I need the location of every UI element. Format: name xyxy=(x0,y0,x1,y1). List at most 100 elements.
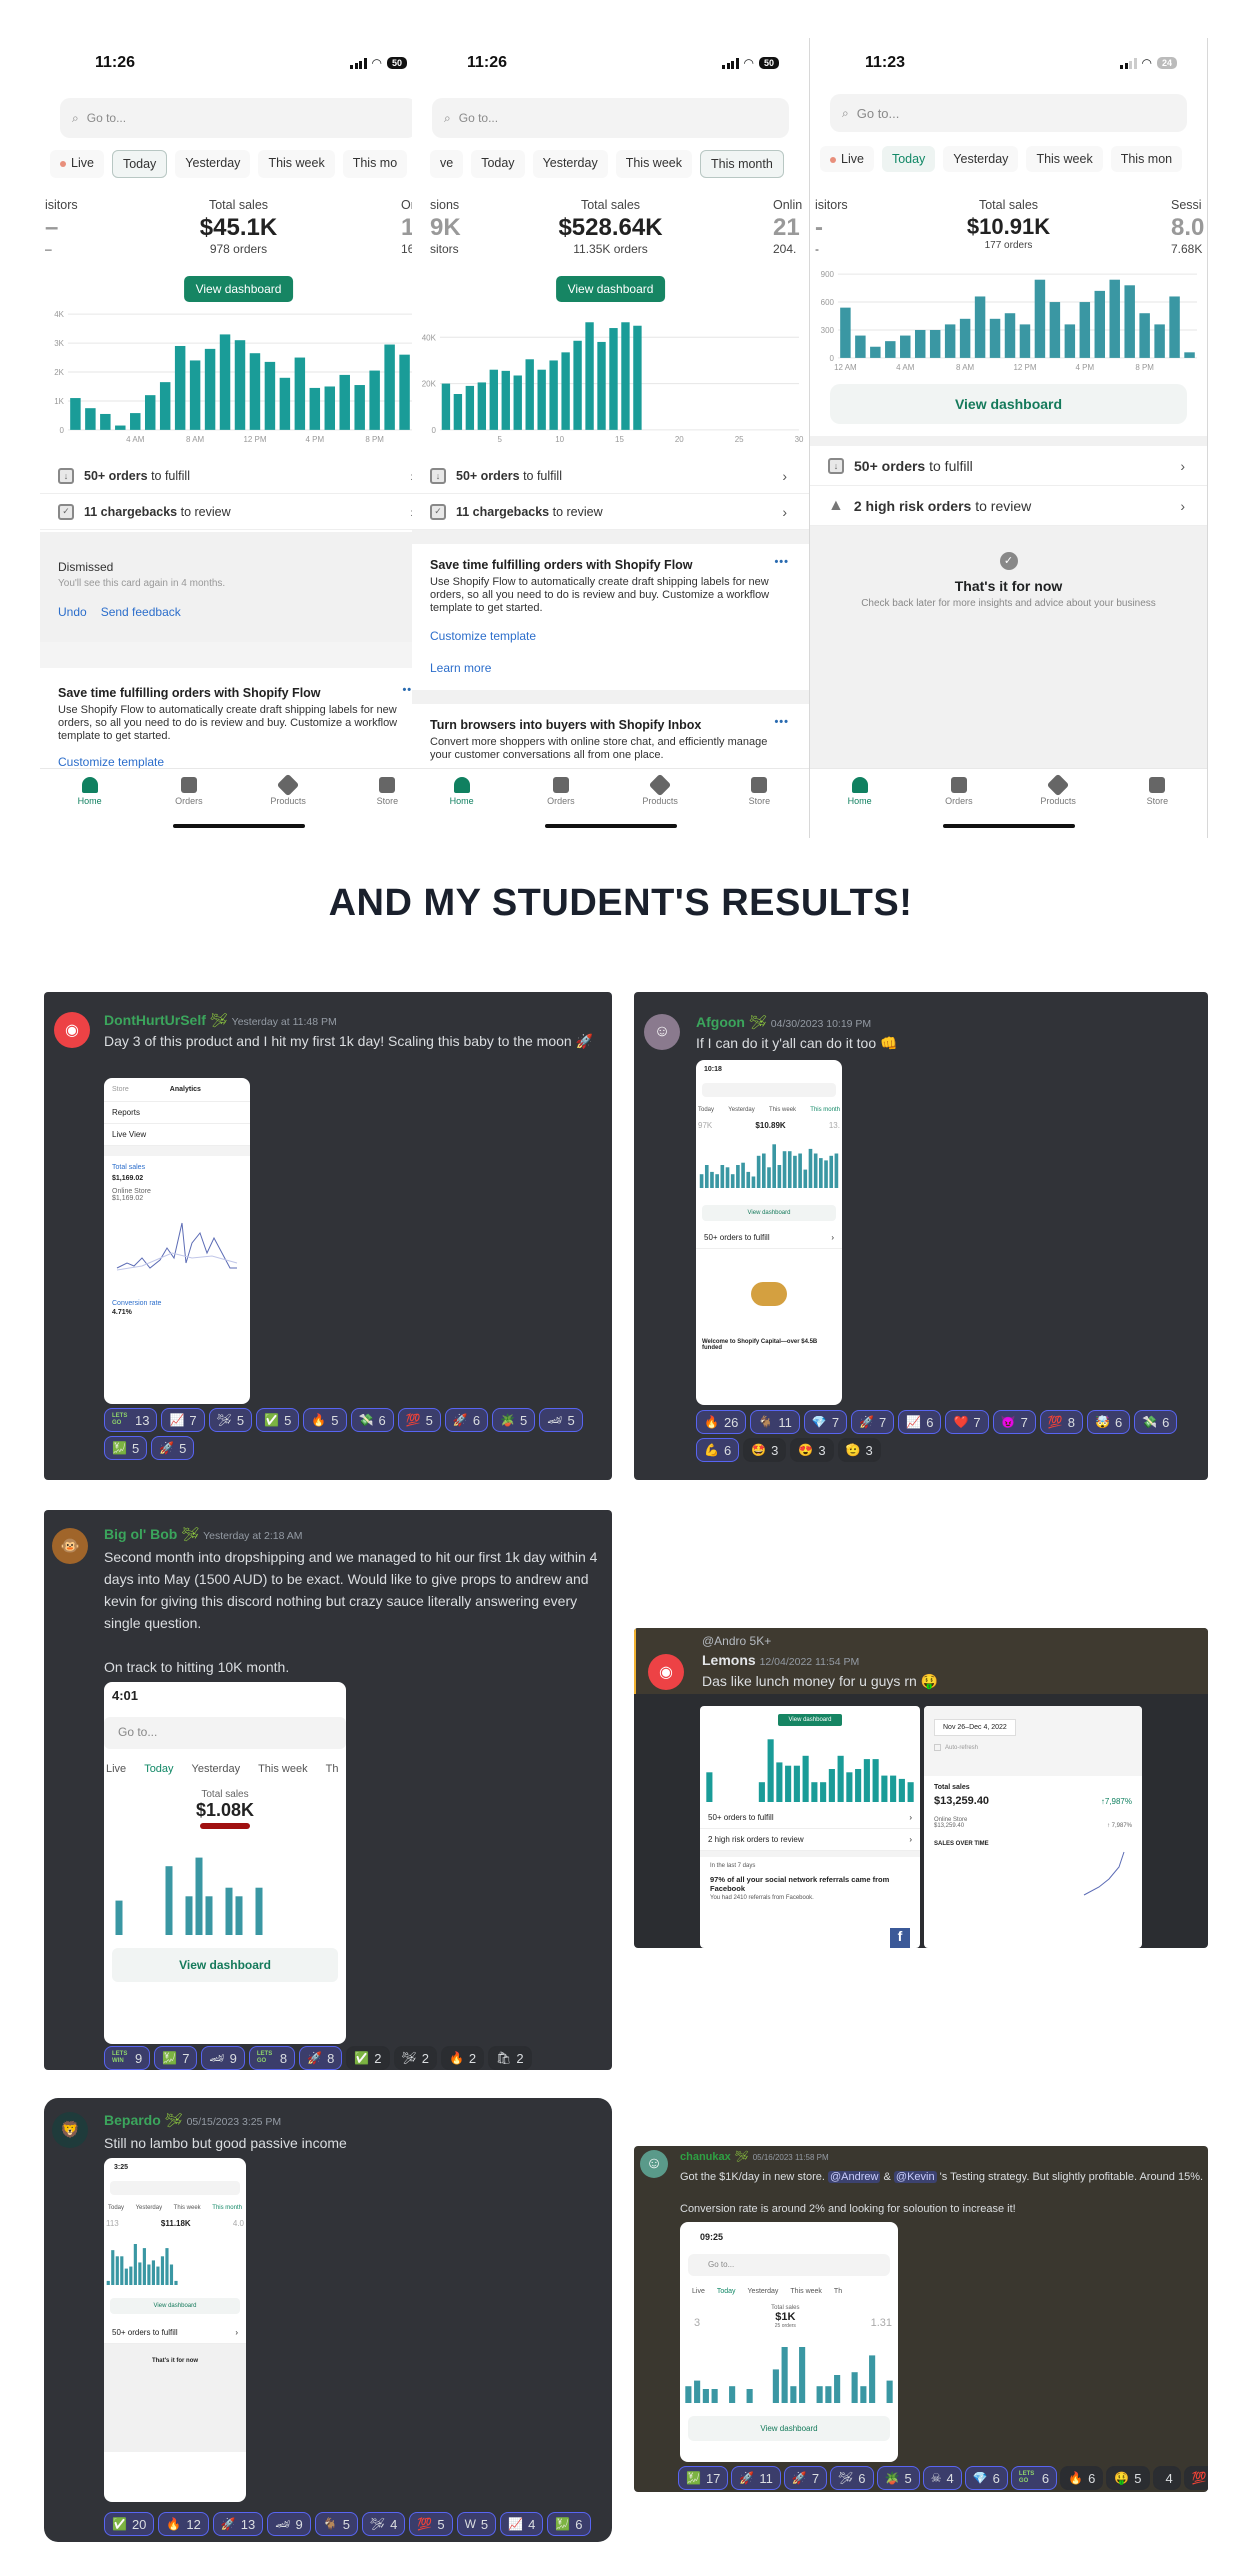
high-risk-orders-row[interactable]: ▲ 2 high risk orders to review › xyxy=(810,486,1207,526)
tab-this-month[interactable]: This mon xyxy=(1110,146,1183,172)
reaction-button[interactable]: 📈 4 xyxy=(500,2512,544,2536)
reaction-button[interactable]: 🔥 2 xyxy=(440,2046,485,2070)
reaction-button[interactable]: 🚀 6 xyxy=(444,1408,489,1432)
reaction-button[interactable]: 📈 7 xyxy=(161,1408,205,1432)
view-dashboard-button[interactable]: View dashboard xyxy=(555,276,666,302)
search-input[interactable]: ⌕ Go to... xyxy=(830,94,1187,132)
tab-yesterday[interactable]: Yesterday xyxy=(943,146,1019,172)
reaction-button[interactable]: 💯3 xyxy=(1183,2466,1208,2490)
chargebacks-row[interactable]: ✓ 11 chargebacks to review › xyxy=(40,494,437,530)
nav-store[interactable]: Store xyxy=(719,769,799,818)
tab-this-month[interactable]: This mo xyxy=(342,150,408,178)
reaction-button[interactable]: 💎 6 xyxy=(964,2466,1008,2490)
orders-to-fulfill-row[interactable]: ↓ 50+ orders to fulfill › xyxy=(40,458,437,494)
reaction-button[interactable]: 🪴 5 xyxy=(492,1408,536,1432)
reaction-button[interactable]: ✅ 20 xyxy=(104,2512,155,2536)
nav-orders[interactable]: Orders xyxy=(149,769,229,818)
username[interactable]: Afgoon xyxy=(696,1014,745,1030)
mention-kevin[interactable]: @Kevin xyxy=(893,2171,937,2183)
username[interactable]: chanukax xyxy=(680,2151,731,2163)
reaction-button[interactable]: 🛩 6 xyxy=(830,2466,874,2490)
chargebacks-row[interactable]: ✓ 11 chargebacks to review › xyxy=(412,494,809,530)
reaction-button[interactable]: ☠ 4 xyxy=(922,2466,962,2490)
reaction-button[interactable]: 🤑 5 xyxy=(1106,2466,1150,2490)
total-sales-metric[interactable]: Total sales $528.64K 11.35K orders xyxy=(412,198,809,256)
reaction-button[interactable]: 💯 5 xyxy=(409,2512,453,2536)
username[interactable]: DontHurtUrSelf xyxy=(104,1012,206,1028)
reaction-button[interactable]: 🏎 9 xyxy=(267,2512,311,2536)
reaction-button[interactable]: 💯 8 xyxy=(1039,1410,1083,1434)
shopify-screenshot-left[interactable]: View dashboard 50+ orders to fulfill › 2 … xyxy=(700,1706,920,1948)
more-options-icon[interactable]: ••• xyxy=(774,556,789,568)
reaction-button[interactable]: ✅ 2 xyxy=(346,2046,390,2070)
view-dashboard-button[interactable]: View dashboard xyxy=(830,384,1187,424)
nav-orders[interactable]: Orders xyxy=(919,769,999,818)
reaction-button[interactable]: 🔥 26 xyxy=(696,1410,747,1434)
reaction-button[interactable]: 🐐 11 xyxy=(750,1410,800,1434)
shopify-screenshot[interactable]: 10:18 Today Yesterday This week This month … xyxy=(696,1060,842,1405)
reaction-button[interactable]: W5 xyxy=(456,2512,497,2536)
reaction-button[interactable]: 💹 7 xyxy=(154,2046,198,2070)
reaction-button[interactable]: 💪 6 xyxy=(696,1438,740,1462)
reaction-button[interactable]: 🚀 7 xyxy=(851,1410,895,1434)
customize-template-link[interactable]: Customize template xyxy=(58,755,419,769)
tab-this-month[interactable]: This month xyxy=(699,150,784,178)
reaction-button[interactable]: 🚀 13 xyxy=(212,2512,264,2536)
tab-live[interactable]: Live xyxy=(50,150,104,178)
learn-more-link[interactable]: Learn more xyxy=(430,661,791,675)
reaction-button[interactable]: 💹 17 xyxy=(678,2466,729,2490)
reaction-button[interactable]: 🔥 12 xyxy=(158,2512,209,2536)
reaction-button[interactable]: LETS GO 13 xyxy=(104,1408,158,1432)
reaction-button[interactable]: LETS GO 8 xyxy=(248,2046,296,2070)
nav-home[interactable]: Home xyxy=(820,769,900,818)
username[interactable]: Lemons xyxy=(702,1652,756,1668)
reaction-button[interactable]: 😍 3 xyxy=(790,1438,834,1462)
reaction-button[interactable]: ✅ 5 xyxy=(256,1408,300,1432)
nav-home[interactable]: Home xyxy=(422,769,502,818)
tab-yesterday[interactable]: Yesterday xyxy=(175,150,251,178)
reaction-button[interactable]: 💹 5 xyxy=(104,1436,148,1460)
shopify-screenshot-right[interactable]: Nov 26–Dec 4, 2022 Auto-refresh Total sa… xyxy=(924,1706,1142,1948)
reaction-button[interactable]: 💸 6 xyxy=(350,1408,394,1432)
analytics-screenshot[interactable]: Store Analytics Reports Live View Total s… xyxy=(104,1078,250,1404)
total-sales-metric[interactable]: Total sales $45.1K 978 orders xyxy=(40,198,437,256)
tab-today[interactable]: Today xyxy=(881,146,936,172)
reaction-button[interactable]: 💸 6 xyxy=(1134,1410,1178,1434)
reaction-button[interactable]: 🔥 6 xyxy=(1060,2466,1104,2490)
reaction-button[interactable]: 🫡 3 xyxy=(837,1438,881,1462)
reaction-button[interactable]: 🛩 5 xyxy=(208,1408,253,1432)
nav-products[interactable]: Products xyxy=(1018,769,1098,818)
sessions-metric[interactable]: Sessi 8.0 7.68K xyxy=(1171,198,1207,256)
reaction-button[interactable]: LETS WIN 9 xyxy=(104,2046,151,2070)
tab-this-week[interactable]: This week xyxy=(258,150,335,178)
username[interactable]: Big ol' Bob xyxy=(104,1526,177,1542)
tab-this-week[interactable]: This week xyxy=(1026,146,1103,172)
reaction-button[interactable]: 🔥 5 xyxy=(303,1408,347,1432)
reaction-button[interactable]: 💯 5 xyxy=(397,1408,441,1432)
shopify-screenshot[interactable]: 3:25 Today Yesterday This week This month 1… xyxy=(104,2158,246,2502)
nav-home[interactable]: Home xyxy=(50,769,130,818)
tab-this-week[interactable]: This week xyxy=(615,150,692,178)
reaction-button[interactable]: 🛩 4 xyxy=(361,2512,406,2536)
reaction-button[interactable]: 🚀 7 xyxy=(783,2466,828,2490)
more-options-icon[interactable]: ••• xyxy=(774,716,789,728)
reaction-button[interactable]: LETS GO 6 xyxy=(1010,2466,1058,2490)
reaction-button[interactable]: 🪴 5 xyxy=(876,2466,920,2490)
reaction-button[interactable]: 😈 7 xyxy=(992,1410,1036,1434)
reaction-button[interactable]: 📈 6 xyxy=(898,1410,942,1434)
search-input[interactable]: ⌕ Go to... xyxy=(60,98,417,138)
reaction-button[interactable]: 🤯 6 xyxy=(1087,1410,1131,1434)
reaction-button[interactable]: 🚀 5 xyxy=(151,1436,195,1460)
reaction-button[interactable]: 🚀 8 xyxy=(299,2046,343,2070)
shopify-screenshot[interactable]: 09:25 Go to... Live Today Yesterday This we… xyxy=(680,2222,898,2462)
reaction-button[interactable]: 🐐 5 xyxy=(314,2512,358,2536)
reaction-button[interactable]: 🚀 11 xyxy=(731,2466,781,2490)
reaction-button[interactable]: 🏎 5 xyxy=(539,1408,583,1432)
tab-live[interactable]: ve xyxy=(430,150,464,178)
reaction-button[interactable]: 4 xyxy=(1152,2466,1181,2490)
orders-to-fulfill-row[interactable]: ↓ 50+ orders to fulfill › xyxy=(810,446,1207,486)
orders-to-fulfill-row[interactable]: ↓ 50+ orders to fulfill › xyxy=(412,458,809,494)
shopify-screenshot[interactable]: 4:01 Go to... Live Today Yesterday This wee… xyxy=(104,1682,346,2044)
reaction-button[interactable]: 🏎 9 xyxy=(201,2046,245,2070)
reply-reference[interactable]: @Andro 5K+ xyxy=(702,1634,771,1648)
